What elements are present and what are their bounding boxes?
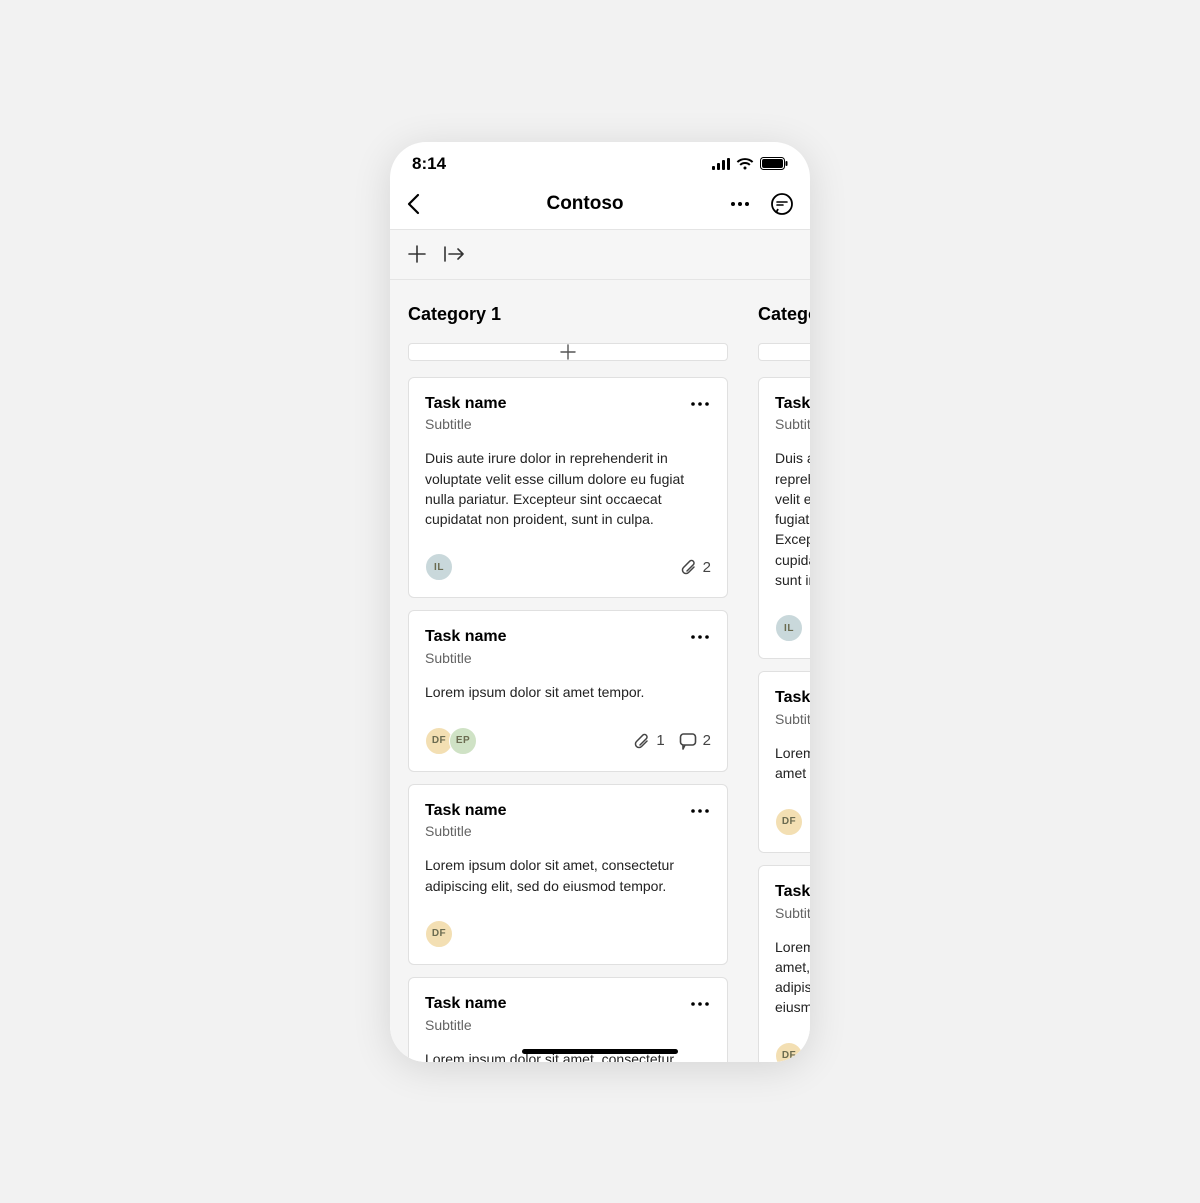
card-subtitle: Subtitle xyxy=(775,416,810,432)
page-frame: 8:14 Contoso xyxy=(0,0,1200,1203)
attachment-icon xyxy=(681,558,697,576)
card-description: Lorem ipsum dolor sit amet tempor. xyxy=(425,682,711,702)
card-description: Duis aute irure dolor in reprehenderit i… xyxy=(775,448,810,590)
card-description: Lorem ipsum dolor sit amet tempor. xyxy=(775,743,810,784)
card-description: Lorem ipsum dolor sit amet, consectetur … xyxy=(425,855,711,896)
more-horizontal-icon xyxy=(730,201,750,207)
card-more-button[interactable] xyxy=(689,994,711,1012)
comment-icon xyxy=(679,732,697,750)
card-footer: IL 2 xyxy=(425,553,711,581)
more-horizontal-icon xyxy=(691,634,709,640)
card-more-button[interactable] xyxy=(689,627,711,645)
attachment-count: 1 xyxy=(634,732,664,750)
avatar: IL xyxy=(425,553,453,581)
card-description: Duis aute irure dolor in reprehenderit i… xyxy=(425,448,711,529)
card-description: Lorem ipsum dolor sit amet, consectetur … xyxy=(775,937,810,1018)
chevron-left-icon xyxy=(406,193,420,215)
attachment-count: 2 xyxy=(681,558,711,576)
card-subtitle: Subtitle xyxy=(425,416,507,432)
task-card[interactable]: Task name Subtitle Lorem ipsum dolor sit… xyxy=(408,610,728,771)
card-title: Task name xyxy=(775,882,810,903)
card-title: Task name xyxy=(775,394,810,415)
card-title: Task name xyxy=(425,994,507,1015)
expand-right-icon xyxy=(444,246,466,262)
avatar-group: IL xyxy=(775,614,799,642)
task-card[interactable]: Task name Subtitle Lorem ipsum dolor sit… xyxy=(758,865,810,1062)
board[interactable]: Category 1 Task name Subtitle Duis aute … xyxy=(390,280,810,1062)
status-bar: 8:14 xyxy=(390,142,810,180)
nav-bar: Contoso xyxy=(390,180,810,230)
nav-more-button[interactable] xyxy=(728,201,752,207)
card-footer: DFEP 12 xyxy=(425,727,711,755)
add-card-button[interactable] xyxy=(758,343,810,361)
more-horizontal-icon xyxy=(691,401,709,407)
card-title: Task name xyxy=(425,394,507,415)
more-horizontal-icon xyxy=(691,808,709,814)
phone-frame: 8:14 Contoso xyxy=(390,142,810,1062)
add-card-button[interactable] xyxy=(408,343,728,361)
avatar-group: DFEP xyxy=(425,727,473,755)
task-card[interactable]: Task name Subtitle Duis aute irure dolor… xyxy=(408,377,728,599)
column-title: Category 1 xyxy=(408,304,728,325)
card-subtitle: Subtitle xyxy=(425,823,507,839)
plus-icon xyxy=(408,245,426,263)
status-time: 8:14 xyxy=(412,154,446,174)
card-subtitle: Subtitle xyxy=(775,711,810,727)
avatar: DF xyxy=(425,920,453,948)
column-title: Category 2 xyxy=(758,304,810,325)
board-column: Category 2 Task name Subtitle Duis aute … xyxy=(758,304,810,1062)
card-footer: DF xyxy=(775,808,810,836)
card-footer: IL xyxy=(775,614,810,642)
chat-button[interactable] xyxy=(770,192,794,216)
card-more-button[interactable] xyxy=(689,394,711,412)
card-title: Task name xyxy=(425,801,507,822)
card-subtitle: Subtitle xyxy=(775,905,810,921)
avatar: DF xyxy=(775,808,803,836)
card-subtitle: Subtitle xyxy=(425,1017,507,1033)
card-subtitle: Subtitle xyxy=(425,650,507,666)
card-footer: DF xyxy=(775,1042,810,1062)
toolbar-expand-button[interactable] xyxy=(444,246,466,262)
plus-icon xyxy=(560,344,576,360)
avatar-group: DF xyxy=(775,808,799,836)
toolbar-add-button[interactable] xyxy=(408,245,426,263)
page-title: Contoso xyxy=(442,193,728,215)
avatar-group: IL xyxy=(425,553,449,581)
status-icons xyxy=(712,157,788,170)
more-horizontal-icon xyxy=(691,1001,709,1007)
comment-count: 2 xyxy=(679,732,711,750)
avatar: DF xyxy=(775,1042,803,1062)
task-card[interactable]: Task name Subtitle Duis aute irure dolor… xyxy=(758,377,810,660)
avatar: IL xyxy=(775,614,803,642)
back-button[interactable] xyxy=(406,193,420,215)
avatar-group: DF xyxy=(425,920,449,948)
toolbar xyxy=(390,230,810,280)
task-card[interactable]: Task name Subtitle Lorem ipsum dolor sit… xyxy=(758,671,810,852)
wifi-icon xyxy=(736,158,754,170)
battery-icon xyxy=(760,157,788,170)
home-indicator xyxy=(522,1049,678,1054)
attachment-icon xyxy=(634,732,650,750)
board-column: Category 1 Task name Subtitle Duis aute … xyxy=(408,304,728,1062)
card-more-button[interactable] xyxy=(689,801,711,819)
card-footer: DF xyxy=(425,920,711,948)
avatar: EP xyxy=(449,727,477,755)
cellular-icon xyxy=(712,158,730,170)
task-card[interactable]: Task name Subtitle Lorem ipsum dolor sit… xyxy=(408,784,728,965)
card-title: Task name xyxy=(775,688,810,709)
card-title: Task name xyxy=(425,627,507,648)
avatar-group: DF xyxy=(775,1042,799,1062)
chat-icon xyxy=(770,192,794,216)
